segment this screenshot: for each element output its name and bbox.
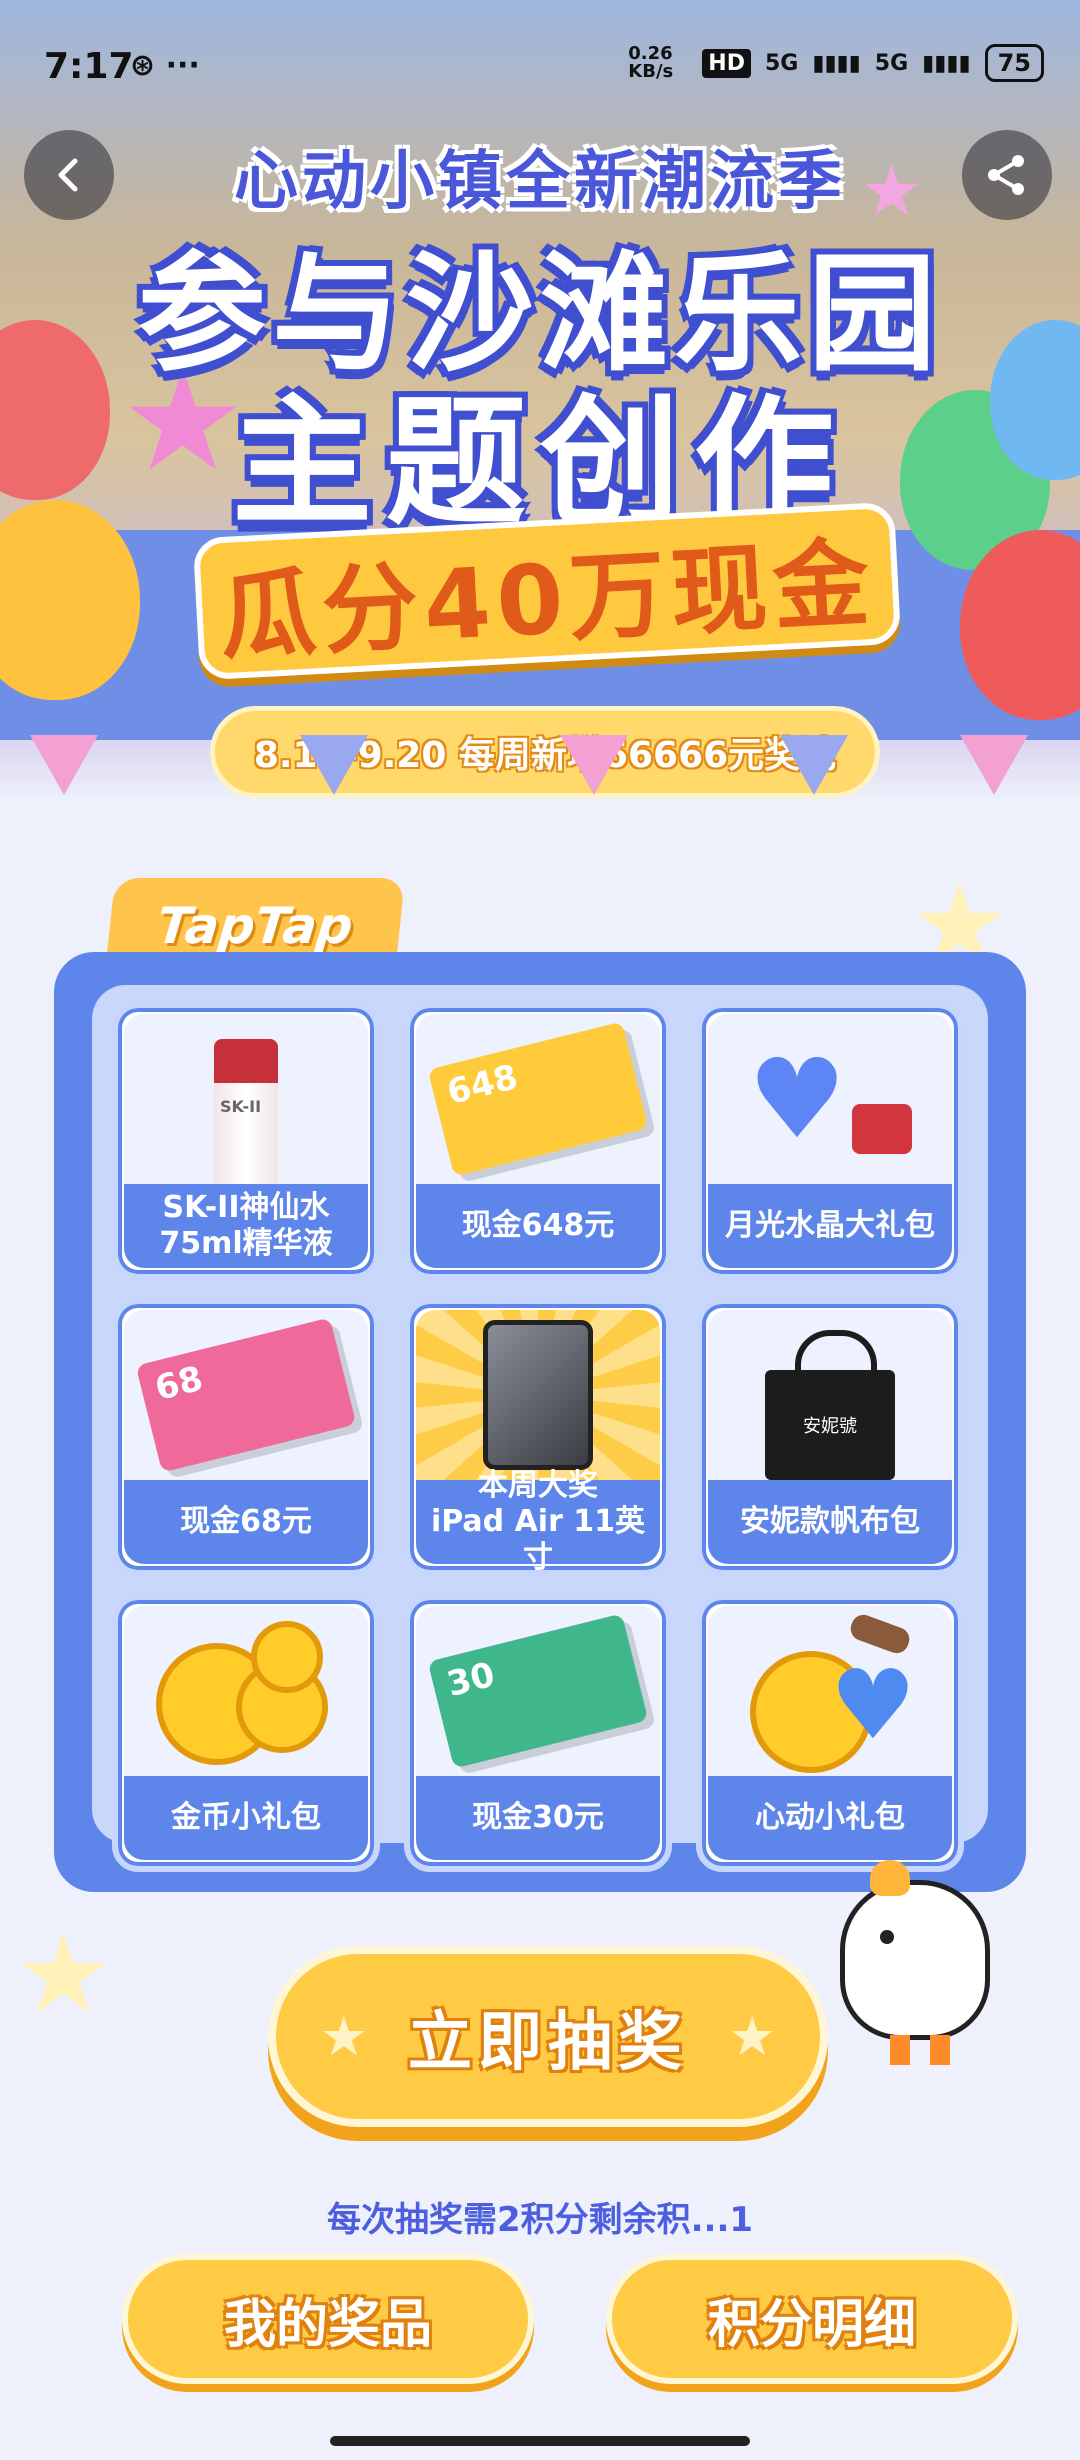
prize-label: 心动小礼包 [708, 1776, 952, 1860]
gold-coin-icon [156, 1621, 336, 1765]
draw-now-label: 立即抽奖 [408, 2005, 688, 2080]
tote-bag-icon: 安妮號 [765, 1330, 895, 1480]
status-bar: 7:17 ⊛ ··· 0.26 KB/s HD 5G ▮▮▮▮ 5G ▮▮▮▮ … [0, 0, 1080, 135]
signal-bars-icon: ▮▮▮▮ [922, 50, 971, 76]
status-icons: 0.26 KB/s HD 5G ▮▮▮▮ 5G ▮▮▮▮ 75 [628, 44, 1044, 82]
prize-image [416, 1310, 660, 1480]
points-note: 每次抽奖需2积分剩余积...1 [326, 2200, 754, 2240]
bunting-flag [300, 735, 368, 795]
prize-image [124, 1606, 368, 1776]
bunting-flag [30, 735, 98, 795]
net-speed: 0.26 KB/s [628, 43, 674, 82]
prize-label: 本周大奖 iPad Air 11英寸 [416, 1468, 660, 1570]
prize-tile[interactable]: 30 现金30元 [404, 1594, 672, 1872]
draw-now-button[interactable]: ★ 立即抽奖 ★ [268, 1946, 828, 2127]
star-icon: ★ [728, 2005, 777, 2068]
cash-ticket-icon: 648 [427, 1021, 649, 1177]
prize-label: 现金68元 [124, 1480, 368, 1564]
gift-box-icon [852, 1104, 913, 1154]
signal-5g-icon: 5G [764, 50, 799, 76]
star-decor-icon: ★ [14, 1910, 113, 2038]
prize-label: 金币小礼包 [124, 1776, 368, 1860]
status-time: 7:17 [44, 46, 134, 87]
cash-ticket-icon: 30 [427, 1613, 649, 1769]
points-detail-button[interactable]: 积分明细 [606, 2254, 1018, 2384]
bunting-flag [560, 735, 628, 795]
prize-label: 月光水晶大礼包 [708, 1184, 952, 1268]
skii-bottle-icon: SK-II [214, 1039, 278, 1184]
star-icon: ★ [319, 2005, 368, 2068]
seagull-mascot-icon [830, 1860, 1010, 2065]
home-indicator [330, 2436, 750, 2446]
prize-tile[interactable]: 金币小礼包 [112, 1594, 380, 1872]
prize-image: ♥ [708, 1606, 952, 1776]
prize-tile[interactable]: SK-II SK-II神仙水 75ml精华液 [112, 1002, 380, 1280]
prize-image: 30 [416, 1606, 660, 1776]
prize-grid: SK-II SK-II神仙水 75ml精华液 648 现金648元 ♥ 月光水晶… [112, 1002, 972, 1872]
prize-image: 安妮號 [708, 1310, 952, 1480]
prize-label: 现金30元 [416, 1776, 660, 1860]
prize-image: SK-II [124, 1014, 368, 1184]
prize-label: 现金648元 [416, 1184, 660, 1268]
prize-tile[interactable]: 648 现金648元 [404, 1002, 672, 1280]
prize-tile[interactable]: 68 现金68元 [112, 1298, 380, 1576]
signal-5g-icon: 5G [874, 50, 909, 76]
prize-image: ♥ [708, 1014, 952, 1184]
prize-tile[interactable]: 本周大奖 iPad Air 11英寸 [404, 1298, 672, 1576]
crystal-heart-icon: ♥ [747, 1035, 847, 1163]
prize-label: 安妮款帆布包 [708, 1480, 952, 1564]
heart-gift-icon: ♥ [740, 1611, 920, 1773]
bunting-flag [960, 735, 1028, 795]
prize-image: 68 [124, 1310, 368, 1480]
status-extra-icons: ⊛ ··· [130, 48, 200, 83]
my-prizes-button[interactable]: 我的奖品 [122, 2254, 534, 2384]
cash-ticket-icon: 68 [135, 1317, 357, 1473]
ipad-icon [483, 1320, 593, 1470]
prize-tile[interactable]: 安妮號 安妮款帆布包 [696, 1298, 964, 1576]
prize-image: 648 [416, 1014, 660, 1184]
prize-label: SK-II神仙水 75ml精华液 [124, 1184, 368, 1268]
prize-tile[interactable]: ♥ 心动小礼包 [696, 1594, 964, 1872]
hero-title-line1: 心动小镇全新潮流季 [234, 145, 846, 219]
back-button[interactable] [24, 130, 114, 220]
share-icon [988, 155, 1024, 195]
bunting-flag [780, 735, 848, 795]
share-button[interactable] [962, 130, 1052, 220]
prize-tile[interactable]: ♥ 月光水晶大礼包 [696, 1002, 964, 1280]
chevron-left-icon [58, 158, 78, 192]
hd-badge: HD [702, 48, 751, 78]
signal-bars-icon: ▮▮▮▮ [812, 50, 861, 76]
battery-icon: 75 [984, 44, 1044, 82]
